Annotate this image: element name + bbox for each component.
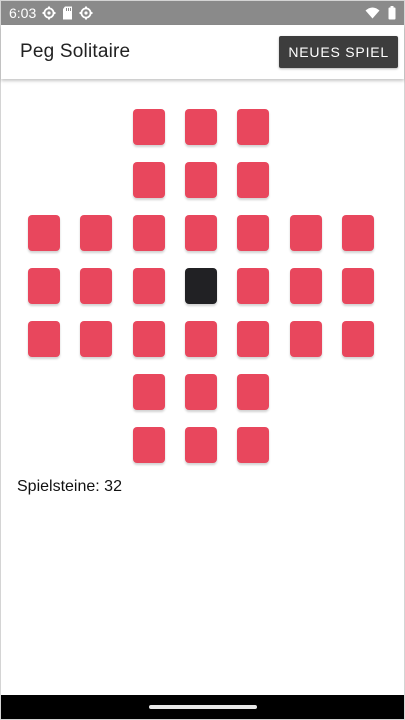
home-handle[interactable]	[148, 705, 257, 709]
peg-board	[23, 105, 383, 469]
peg[interactable]	[290, 321, 322, 357]
new-game-button[interactable]: NEUES SPIEL	[279, 36, 398, 68]
peg[interactable]	[237, 374, 269, 410]
peg-count-label: Spielsteine:	[17, 478, 100, 495]
peg[interactable]	[237, 427, 269, 463]
peg[interactable]	[237, 162, 269, 198]
peg[interactable]	[80, 321, 112, 357]
peg[interactable]	[185, 374, 217, 410]
peg[interactable]	[237, 215, 269, 251]
peg[interactable]	[80, 215, 112, 251]
peg[interactable]	[237, 321, 269, 357]
battery-icon	[388, 6, 396, 20]
peg-count: Spielsteine: 32	[17, 478, 122, 496]
peg[interactable]	[133, 162, 165, 198]
peg[interactable]	[133, 374, 165, 410]
peg[interactable]	[133, 215, 165, 251]
peg[interactable]	[80, 268, 112, 304]
peg[interactable]	[237, 268, 269, 304]
peg[interactable]	[290, 215, 322, 251]
status-left: 6:03	[9, 5, 93, 21]
settings-gear-icon	[79, 6, 93, 20]
wifi-icon	[365, 7, 380, 19]
peg[interactable]	[133, 109, 165, 145]
app-bar: Peg Solitaire NEUES SPIEL	[1, 25, 404, 79]
peg[interactable]	[185, 162, 217, 198]
peg[interactable]	[133, 321, 165, 357]
peg[interactable]	[185, 109, 217, 145]
peg[interactable]	[185, 215, 217, 251]
app-title: Peg Solitaire	[20, 41, 131, 62]
navigation-bar	[1, 695, 404, 719]
peg[interactable]	[185, 427, 217, 463]
app-screen: 6:03 Peg Solitaire NEUES SPIEL Spielstei…	[0, 0, 405, 720]
status-right	[365, 6, 396, 20]
peg[interactable]	[342, 268, 374, 304]
status-bar: 6:03	[1, 1, 404, 25]
peg[interactable]	[28, 321, 60, 357]
peg[interactable]	[133, 427, 165, 463]
peg[interactable]	[133, 268, 165, 304]
empty-hole[interactable]	[185, 268, 217, 304]
peg[interactable]	[290, 268, 322, 304]
sd-card-icon	[62, 6, 73, 20]
peg-count-value: 32	[104, 478, 122, 495]
peg[interactable]	[237, 109, 269, 145]
peg[interactable]	[28, 268, 60, 304]
peg[interactable]	[185, 321, 217, 357]
peg[interactable]	[342, 215, 374, 251]
peg[interactable]	[28, 215, 60, 251]
status-time: 6:03	[9, 5, 37, 21]
settings-gear-icon	[42, 6, 56, 20]
peg[interactable]	[342, 321, 374, 357]
